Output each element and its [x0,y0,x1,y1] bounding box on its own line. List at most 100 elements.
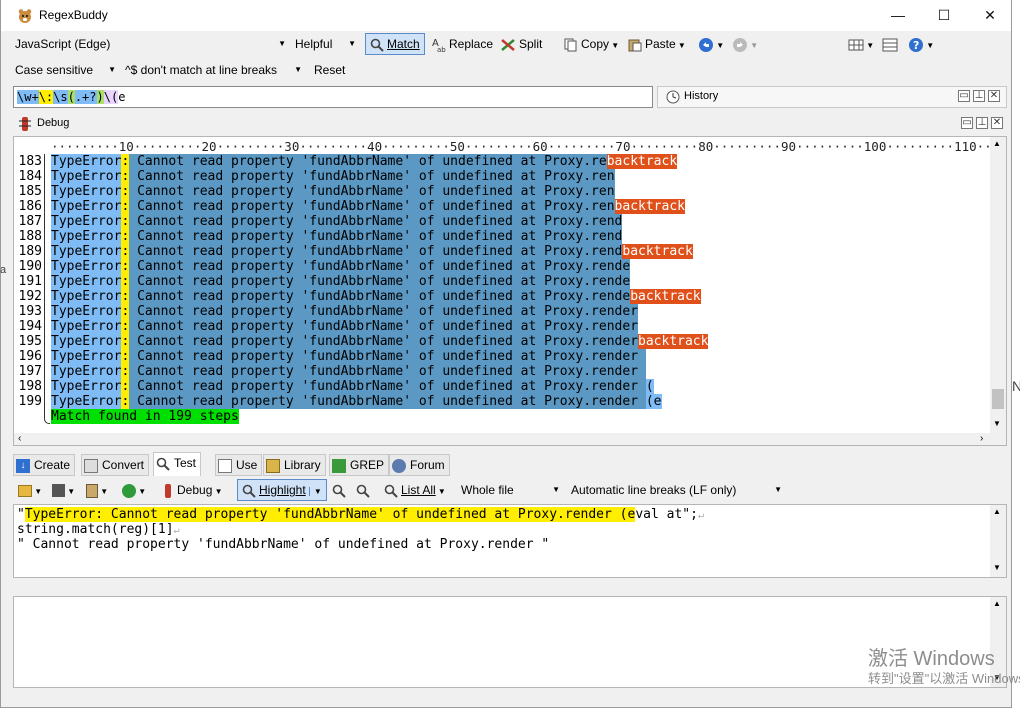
step-word-match: TypeError [51,169,122,184]
clipboard-button[interactable]: ▼ [81,479,113,501]
test-debug-button[interactable]: Debug ▼ [157,479,228,501]
copy-button[interactable]: Copy ▼ [559,33,624,55]
highlight-button[interactable]: Highlight ▼ [237,479,327,501]
line-breaks-value: ^$ don't match at line breaks [125,63,278,77]
debug-step-text: TypeError: Cannot read property 'fundAbb… [51,349,646,364]
test-vertical-scrollbar[interactable]: ▲ ▼ [990,505,1006,577]
step-word-match: TypeError [51,259,122,274]
flavor-select[interactable]: JavaScript (Edge) ▼ [11,34,289,54]
test-subject-editor[interactable]: "TypeError: Cannot read property 'fundAb… [13,504,1007,578]
step-group-match: Cannot read property 'fundAbbrName' of u… [129,274,631,289]
save-button[interactable]: ▼ [47,479,80,501]
tab-use[interactable]: Use [215,454,263,476]
line-break-icon: ↵ [697,510,704,521]
window-title: RegexBuddy [39,8,108,22]
scope-select[interactable]: Whole file ▼ [457,480,563,500]
layout-button[interactable]: ▼ [843,33,879,55]
open-file-button[interactable]: ▼ [13,479,47,501]
scroll-thumb[interactable] [992,389,1004,409]
scroll-down-icon[interactable]: ▼ [993,419,1001,428]
close-button[interactable]: ✕ [967,0,1011,31]
debug-icon [19,117,31,131]
layout-grid-icon [848,39,864,51]
debug-label: Debug [177,483,213,497]
scope-value: Whole file [461,483,514,497]
chevron-down-icon: ▼ [774,485,782,494]
scroll-up-icon[interactable]: ▲ [993,507,1001,516]
helpful-select[interactable]: Helpful ▼ [291,34,359,54]
debug-step-text: TypeError: Cannot read property 'fundAbb… [51,199,685,214]
step-word-match: TypeError [51,244,122,259]
history-label: History [684,90,719,102]
background-window-fragment: N [1012,378,1020,394]
pin-icon[interactable]: ⊥ [973,90,985,102]
minimize-button[interactable]: — [875,0,921,31]
help-button[interactable]: ? ▼ [903,33,939,55]
list-all-button[interactable]: List All ▼ [379,479,451,501]
debug-vertical-scrollbar[interactable]: ▲ ▼ [990,137,1006,433]
svg-text:?: ? [913,39,919,52]
test-line-2: string.match(reg)[1]↵ [17,522,180,538]
step-word-match: TypeError [51,379,122,394]
test-line-2-text: string.match(reg)[1] [17,522,174,537]
tab-create[interactable]: ↓ Create [13,454,76,476]
line-number: 199 [18,394,42,409]
magnifier-icon [370,38,384,52]
split-button[interactable]: Split [495,33,547,55]
undo-button[interactable]: ▼ [693,33,729,55]
tab-label: Convert [102,458,145,472]
debug-step-text: TypeError: Cannot read property 'fundAbb… [51,274,631,289]
close-panel-icon[interactable]: ✕ [988,90,1000,102]
step-group-match: Cannot read property 'fundAbbrName' of u… [129,319,639,334]
step-word-match: TypeError [51,349,122,364]
magnifier-icon [242,484,256,498]
debug-horizontal-scrollbar[interactable]: ‹ › [14,433,1006,445]
scroll-right-icon[interactable]: › [980,433,983,444]
restore-panel-icon[interactable]: ▭ [958,90,970,102]
close-panel-icon[interactable]: ✕ [991,117,1003,129]
case-select[interactable]: Case sensitive ▼ [11,60,119,80]
replace-button[interactable]: Aab Replace [427,33,498,55]
line-number: 193 [18,304,42,319]
backtrack-badge: backtrack [630,289,701,304]
history-panel-header[interactable]: History ▭ ⊥ ✕ [657,86,1007,108]
scroll-left-icon[interactable]: ‹ [18,433,21,444]
scroll-up-icon[interactable]: ▲ [993,139,1001,148]
panels-button[interactable] [877,33,903,55]
regexbuddy-logo-icon [18,9,32,23]
step-group-match: Cannot read property 'fundAbbrName' of u… [129,169,615,184]
step-word-match: TypeError [51,319,122,334]
test-line-1: "TypeError: Cannot read property 'fundAb… [17,507,704,523]
tab-test[interactable]: Test [153,452,202,476]
step-word-match: TypeError [51,289,122,304]
scroll-down-icon[interactable]: ▼ [993,563,1001,572]
debug-output[interactable]: ·········10·········20·········30·······… [13,136,1007,446]
tab-grep[interactable]: GREP [329,454,390,476]
pin-icon[interactable]: ⊥ [976,117,988,129]
maximize-button[interactable]: ☐ [921,0,967,31]
tab-label: Test [174,456,197,470]
activation-watermark-title: 激活 Windows [868,648,995,670]
web-button[interactable]: ▼ [117,479,151,501]
paste-button[interactable]: Paste ▼ [623,33,691,55]
scroll-up-icon[interactable]: ▲ [993,599,1001,608]
match-found-message: Match found in 199 steps [51,409,239,424]
debug-panel-controls: ▭ ⊥ ✕ [958,117,1003,129]
tab-convert[interactable]: Convert [81,454,150,476]
restore-panel-icon[interactable]: ▭ [961,117,973,129]
tab-library[interactable]: Library [263,454,326,476]
tab-forum[interactable]: Forum [389,454,450,476]
regex-token-colon: \: [38,90,54,104]
next-match-button[interactable] [351,479,375,501]
regex-input[interactable]: \w+\:\s(.+?)\(e [13,86,653,108]
prev-match-button[interactable] [327,479,351,501]
test-line-breaks-select[interactable]: Automatic line breaks (LF only) ▼ [567,480,785,500]
step-group-match: Cannot read property 'fundAbbrName' of u… [129,364,646,379]
step-group-match: Cannot read property 'fundAbbrName' of u… [129,184,615,199]
line-breaks-select[interactable]: ^$ don't match at line breaks ▼ [121,60,305,80]
match-button[interactable]: Match [365,33,425,55]
redo-button[interactable]: ▼ [727,33,763,55]
reset-button[interactable]: Reset [309,59,350,81]
results-panel[interactable]: ▲ ▼ [13,596,1007,688]
close-icon: ✕ [984,7,996,23]
